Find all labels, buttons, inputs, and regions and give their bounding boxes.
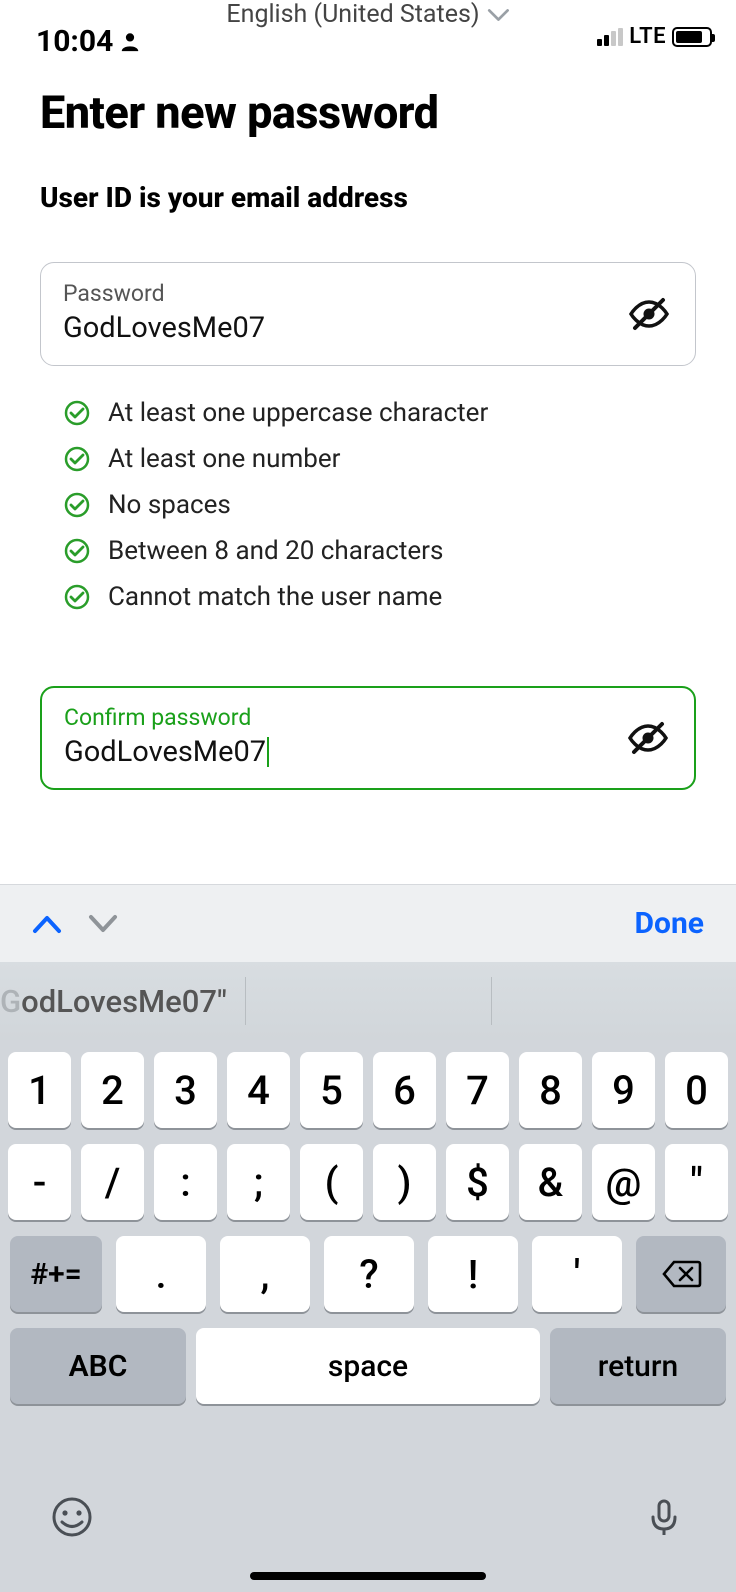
chevron-down-icon[interactable] — [88, 914, 118, 934]
backspace-icon — [660, 1258, 702, 1290]
key-apostrophe[interactable]: ' — [532, 1236, 622, 1312]
eye-off-icon[interactable] — [626, 716, 670, 760]
language-selector[interactable]: English (United States) — [226, 0, 509, 29]
key-0[interactable]: 0 — [665, 1052, 728, 1128]
key-symbols[interactable]: #+= — [10, 1236, 102, 1312]
check-icon — [64, 400, 90, 426]
key-colon[interactable]: : — [154, 1144, 217, 1220]
key-3[interactable]: 3 — [154, 1052, 217, 1128]
key-quote[interactable]: " — [665, 1144, 728, 1220]
key-paren-open[interactable]: ( — [300, 1144, 363, 1220]
key-abc[interactable]: ABC — [10, 1328, 186, 1404]
key-paren-close[interactable]: ) — [373, 1144, 436, 1220]
rule-text: At least one number — [108, 444, 340, 474]
check-icon — [64, 446, 90, 472]
signal-icon — [597, 28, 623, 46]
key-ampersand[interactable]: & — [519, 1144, 582, 1220]
key-space[interactable]: space — [196, 1328, 540, 1404]
key-5[interactable]: 5 — [300, 1052, 363, 1128]
key-period[interactable]: . — [116, 1236, 206, 1312]
confirm-password-field[interactable]: Confirm password GodLovesMe07 — [40, 686, 696, 790]
rule-text: At least one uppercase character — [108, 398, 488, 428]
password-field[interactable]: Password GodLovesMe07 — [40, 262, 696, 366]
rule-item: At least one number — [64, 444, 696, 474]
key-7[interactable]: 7 — [446, 1052, 509, 1128]
page-subtitle: User ID is your email address — [40, 181, 696, 214]
chevron-up-icon[interactable] — [32, 914, 62, 934]
check-icon — [64, 538, 90, 564]
key-1[interactable]: 1 — [8, 1052, 71, 1128]
time-text: 10:04 — [36, 24, 113, 59]
rule-item: Cannot match the user name — [64, 582, 696, 612]
key-2[interactable]: 2 — [81, 1052, 144, 1128]
password-rules: At least one uppercase character At leas… — [64, 398, 696, 612]
key-dash[interactable]: - — [8, 1144, 71, 1220]
rule-text: No spaces — [108, 490, 231, 520]
rule-item: At least one uppercase character — [64, 398, 696, 428]
emoji-icon[interactable] — [50, 1495, 94, 1539]
language-label: English (United States) — [226, 0, 479, 29]
key-dollar[interactable]: $ — [446, 1144, 509, 1220]
rule-text: Cannot match the user name — [108, 582, 442, 612]
rule-item: Between 8 and 20 characters — [64, 536, 696, 566]
status-time: 10:04 — [36, 24, 141, 59]
chevron-down-icon — [488, 8, 510, 22]
key-semicolon[interactable]: ; — [227, 1144, 290, 1220]
text-cursor — [267, 737, 269, 767]
rule-text: Between 8 and 20 characters — [108, 536, 443, 566]
key-at[interactable]: @ — [592, 1144, 655, 1220]
key-slash[interactable]: / — [81, 1144, 144, 1220]
key-backspace[interactable] — [636, 1236, 726, 1312]
suggestion-cell[interactable] — [246, 977, 492, 1025]
suggestion-cell[interactable] — [492, 977, 736, 1025]
suggestion-cell[interactable]: GodLovesMe07" — [0, 977, 246, 1025]
network-label: LTE — [629, 24, 666, 49]
confirm-password-value: GodLovesMe07 — [64, 735, 672, 769]
home-indicator — [250, 1572, 486, 1580]
page-title: Enter new password — [40, 86, 696, 139]
key-question[interactable]: ? — [324, 1236, 414, 1312]
status-right: LTE — [597, 24, 712, 49]
password-label: Password — [63, 280, 673, 307]
password-value: GodLovesMe07 — [63, 311, 673, 345]
eye-off-icon[interactable] — [627, 292, 671, 336]
keyboard-accessory: Done — [0, 884, 736, 962]
key-6[interactable]: 6 — [373, 1052, 436, 1128]
key-9[interactable]: 9 — [592, 1052, 655, 1128]
battery-icon — [672, 27, 712, 47]
rule-item: No spaces — [64, 490, 696, 520]
status-bar: English (United States) 10:04 LTE — [0, 0, 736, 56]
key-exclaim[interactable]: ! — [428, 1236, 518, 1312]
check-icon — [64, 584, 90, 610]
confirm-password-label: Confirm password — [64, 704, 672, 731]
suggestion-bar: GodLovesMe07" — [0, 962, 736, 1040]
key-4[interactable]: 4 — [227, 1052, 290, 1128]
content: Enter new password User ID is your email… — [0, 56, 736, 790]
key-comma[interactable]: , — [220, 1236, 310, 1312]
key-8[interactable]: 8 — [519, 1052, 582, 1128]
key-return[interactable]: return — [550, 1328, 726, 1404]
mic-icon[interactable] — [642, 1495, 686, 1539]
done-button[interactable]: Done — [635, 906, 704, 941]
check-icon — [64, 492, 90, 518]
person-icon — [119, 31, 141, 53]
keyboard: 1 2 3 4 5 6 7 8 9 0 - / : ; ( ) $ & @ " … — [0, 1040, 736, 1592]
